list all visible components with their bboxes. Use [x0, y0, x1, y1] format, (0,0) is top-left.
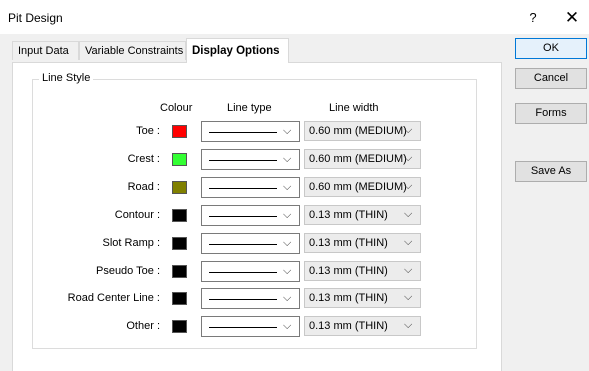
line-type-dropdown-crest[interactable]: ⌵	[201, 149, 300, 170]
colour-swatch-slot-ramp[interactable]	[172, 237, 187, 250]
forms-button[interactable]: Forms	[515, 103, 587, 124]
line-type-dropdown-pseudo-toe[interactable]: ⌵	[201, 261, 300, 282]
row-label-road: Road :	[127, 181, 160, 193]
colour-column-header: Colour	[160, 102, 193, 114]
line-width-dropdown-road[interactable]: 0.60 mm (MEDIUM) ⌵	[304, 177, 421, 197]
row-label-pseudo-toe: Pseudo Toe :	[95, 265, 160, 277]
line-type-dropdown-contour[interactable]: ⌵	[201, 205, 300, 226]
chevron-down-icon: ⌵	[283, 320, 292, 332]
chevron-down-icon: ⌵	[404, 319, 413, 331]
chevron-down-icon: ⌵	[283, 237, 292, 249]
chevron-down-icon: ⌵	[404, 180, 413, 192]
close-button[interactable]: ✕	[560, 6, 584, 30]
line-type-column-header: Line type	[227, 102, 272, 114]
line-width-value: 0.13 mm (THIN)	[309, 265, 388, 277]
colour-swatch-pseudo-toe[interactable]	[172, 265, 187, 278]
line-width-value: 0.13 mm (THIN)	[309, 237, 388, 249]
cancel-button[interactable]: Cancel	[515, 68, 587, 89]
chevron-down-icon: ⌵	[283, 125, 292, 137]
colour-swatch-other[interactable]	[172, 320, 187, 333]
line-type-preview	[209, 216, 277, 217]
line-type-preview	[209, 299, 277, 300]
line-type-dropdown-road-center-line[interactable]: ⌵	[201, 288, 300, 309]
tab-variable-constraints[interactable]: Variable Constraints	[79, 41, 186, 60]
line-type-dropdown-toe[interactable]: ⌵	[201, 121, 300, 142]
colour-swatch-road[interactable]	[172, 181, 187, 194]
line-width-dropdown-slot-ramp[interactable]: 0.13 mm (THIN) ⌵	[304, 233, 421, 253]
colour-swatch-road-center-line[interactable]	[172, 292, 187, 305]
line-type-preview	[209, 132, 277, 133]
ok-button[interactable]: OK	[515, 38, 587, 59]
line-type-preview	[209, 272, 277, 273]
tab-input-data[interactable]: Input Data	[12, 41, 79, 60]
line-width-dropdown-contour[interactable]: 0.13 mm (THIN) ⌵	[304, 205, 421, 225]
line-type-preview	[209, 244, 277, 245]
line-type-dropdown-slot-ramp[interactable]: ⌵	[201, 233, 300, 254]
line-type-dropdown-other[interactable]: ⌵	[201, 316, 300, 337]
row-label-crest: Crest :	[127, 153, 160, 165]
colour-swatch-crest[interactable]	[172, 153, 187, 166]
line-width-dropdown-other[interactable]: 0.13 mm (THIN) ⌵	[304, 316, 421, 336]
line-width-dropdown-crest[interactable]: 0.60 mm (MEDIUM) ⌵	[304, 149, 421, 169]
line-type-dropdown-road[interactable]: ⌵	[201, 177, 300, 198]
line-width-dropdown-road-center-line[interactable]: 0.13 mm (THIN) ⌵	[304, 288, 421, 308]
save-as-button[interactable]: Save As	[515, 161, 587, 182]
line-width-dropdown-toe[interactable]: 0.60 mm (MEDIUM) ⌵	[304, 121, 421, 141]
line-width-value: 0.60 mm (MEDIUM)	[309, 125, 407, 137]
line-type-preview	[209, 327, 277, 328]
line-width-value: 0.60 mm (MEDIUM)	[309, 181, 407, 193]
title-bar: Pit Design ? ✕	[0, 0, 589, 34]
row-label-road-center-line: Road Center Line :	[67, 292, 160, 304]
chevron-down-icon: ⌵	[283, 153, 292, 165]
line-width-value: 0.13 mm (THIN)	[309, 320, 388, 332]
chevron-down-icon: ⌵	[404, 124, 413, 136]
row-label-other: Other :	[126, 320, 160, 332]
row-label-toe: Toe :	[136, 125, 160, 137]
chevron-down-icon: ⌵	[283, 292, 292, 304]
line-width-value: 0.60 mm (MEDIUM)	[309, 153, 407, 165]
group-title: Line Style	[39, 72, 94, 84]
help-button[interactable]: ?	[522, 7, 544, 29]
line-width-value: 0.13 mm (THIN)	[309, 292, 388, 304]
chevron-down-icon: ⌵	[283, 209, 292, 221]
line-width-dropdown-pseudo-toe[interactable]: 0.13 mm (THIN) ⌵	[304, 261, 421, 281]
chevron-down-icon: ⌵	[283, 265, 292, 277]
chevron-down-icon: ⌵	[404, 264, 413, 276]
chevron-down-icon: ⌵	[404, 236, 413, 248]
chevron-down-icon: ⌵	[283, 181, 292, 193]
colour-swatch-toe[interactable]	[172, 125, 187, 138]
window-title: Pit Design	[8, 11, 63, 25]
colour-swatch-contour[interactable]	[172, 209, 187, 222]
chevron-down-icon: ⌵	[404, 208, 413, 220]
row-label-slot-ramp: Slot Ramp :	[102, 237, 160, 249]
chevron-down-icon: ⌵	[404, 291, 413, 303]
line-width-column-header: Line width	[329, 102, 379, 114]
chevron-down-icon: ⌵	[404, 152, 413, 164]
row-label-contour: Contour :	[114, 209, 160, 221]
line-type-preview	[209, 188, 277, 189]
line-width-value: 0.13 mm (THIN)	[309, 209, 388, 221]
line-type-preview	[209, 160, 277, 161]
tab-display-options[interactable]: Display Options	[186, 38, 289, 63]
